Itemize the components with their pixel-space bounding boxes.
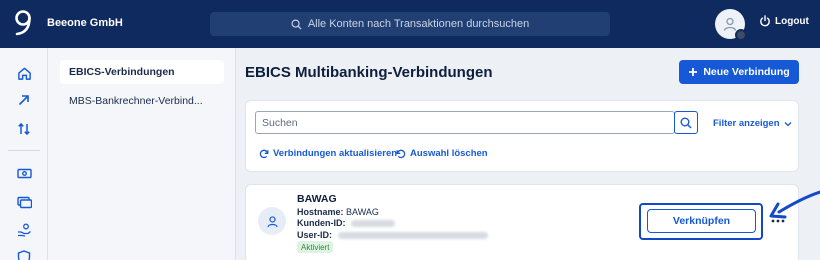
user-icon bbox=[723, 17, 737, 31]
global-search-placeholder: Alle Konten nach Transaktionen durchsuch… bbox=[307, 18, 530, 30]
global-search[interactable]: Alle Konten nach Transaktionen durchsuch… bbox=[210, 12, 610, 36]
connection-name: BAWAG bbox=[297, 193, 337, 205]
subnav-item-label: MBS-Bankrechner-Verbind... bbox=[69, 95, 203, 107]
icon-rail bbox=[0, 48, 48, 260]
subnav-item-label: EBICS-Verbindungen bbox=[69, 66, 175, 78]
cash-icon[interactable] bbox=[15, 164, 33, 182]
subnav-item-mbs[interactable]: MBS-Bankrechner-Verbind... bbox=[60, 89, 224, 113]
refresh-connections-link[interactable]: Verbindungen aktualisieren bbox=[259, 148, 397, 159]
clear-selection-label: Auswahl löschen bbox=[410, 148, 488, 159]
new-connection-label: Neue Verbindung bbox=[703, 66, 790, 78]
user-icon bbox=[266, 215, 278, 227]
customer-id-line: Kunden-ID: bbox=[297, 218, 396, 228]
hostname-line: Hostname: BAWAG bbox=[297, 207, 379, 217]
customer-id-label: Kunden-ID: bbox=[297, 218, 346, 228]
connect-button[interactable]: Verknüpfen bbox=[647, 209, 756, 233]
subnav-item-ebics[interactable]: EBICS-Verbindungen bbox=[60, 60, 224, 84]
status-badge: Aktiviert bbox=[297, 241, 334, 253]
logout-button[interactable]: Logout bbox=[759, 15, 809, 27]
search-icon bbox=[680, 117, 692, 128]
settings-badge-icon bbox=[735, 29, 747, 41]
filter-panel: Filter anzeigen Verbindungen aktualisier… bbox=[245, 100, 799, 172]
chevron-down-icon bbox=[784, 121, 791, 126]
annotation-arrow-icon bbox=[769, 190, 820, 219]
hostname-label: Hostname: bbox=[297, 207, 344, 217]
filter-toggle[interactable]: Filter anzeigen bbox=[713, 118, 792, 129]
user-id-line: User-ID: bbox=[297, 230, 488, 240]
search-button[interactable] bbox=[674, 111, 698, 134]
transfer-icon[interactable] bbox=[15, 120, 33, 138]
search-input[interactable] bbox=[255, 111, 675, 134]
user-id-label: User-ID: bbox=[297, 230, 333, 240]
undo-icon bbox=[396, 149, 406, 158]
connection-avatar bbox=[258, 207, 286, 235]
search-icon bbox=[291, 19, 302, 30]
filter-toggle-label: Filter anzeigen bbox=[713, 118, 780, 129]
top-bar: Beeone GmbH Alle Konten nach Transaktion… bbox=[0, 0, 820, 48]
hand-coin-icon[interactable] bbox=[15, 221, 33, 239]
clear-selection-link[interactable]: Auswahl löschen bbox=[396, 148, 488, 159]
refresh-connections-label: Verbindungen aktualisieren bbox=[273, 148, 398, 159]
refresh-icon bbox=[259, 149, 269, 158]
power-icon bbox=[760, 15, 770, 27]
page-title: EBICS Multibanking-Verbindungen bbox=[245, 64, 493, 81]
logout-label: Logout bbox=[775, 15, 809, 27]
plus-icon bbox=[689, 68, 698, 76]
user-avatar[interactable] bbox=[715, 9, 747, 41]
company-name: Beeone GmbH bbox=[47, 17, 123, 29]
home-icon[interactable] bbox=[15, 64, 33, 82]
sub-navigation: EBICS-Verbindungen MBS-Bankrechner-Verbi… bbox=[48, 48, 236, 260]
connection-card: BAWAG Hostname: BAWAG Kunden-ID: User-ID… bbox=[245, 184, 799, 260]
user-id-redacted bbox=[337, 232, 488, 240]
hostname-value: BAWAG bbox=[346, 207, 379, 217]
arrow-up-right-icon[interactable] bbox=[15, 91, 33, 109]
shield-icon[interactable] bbox=[15, 248, 33, 260]
beeone-logo-icon[interactable] bbox=[12, 9, 34, 37]
cards-icon[interactable] bbox=[15, 193, 33, 211]
rail-divider bbox=[8, 150, 40, 151]
new-connection-button[interactable]: Neue Verbindung bbox=[679, 60, 799, 84]
customer-id-redacted bbox=[351, 220, 396, 228]
